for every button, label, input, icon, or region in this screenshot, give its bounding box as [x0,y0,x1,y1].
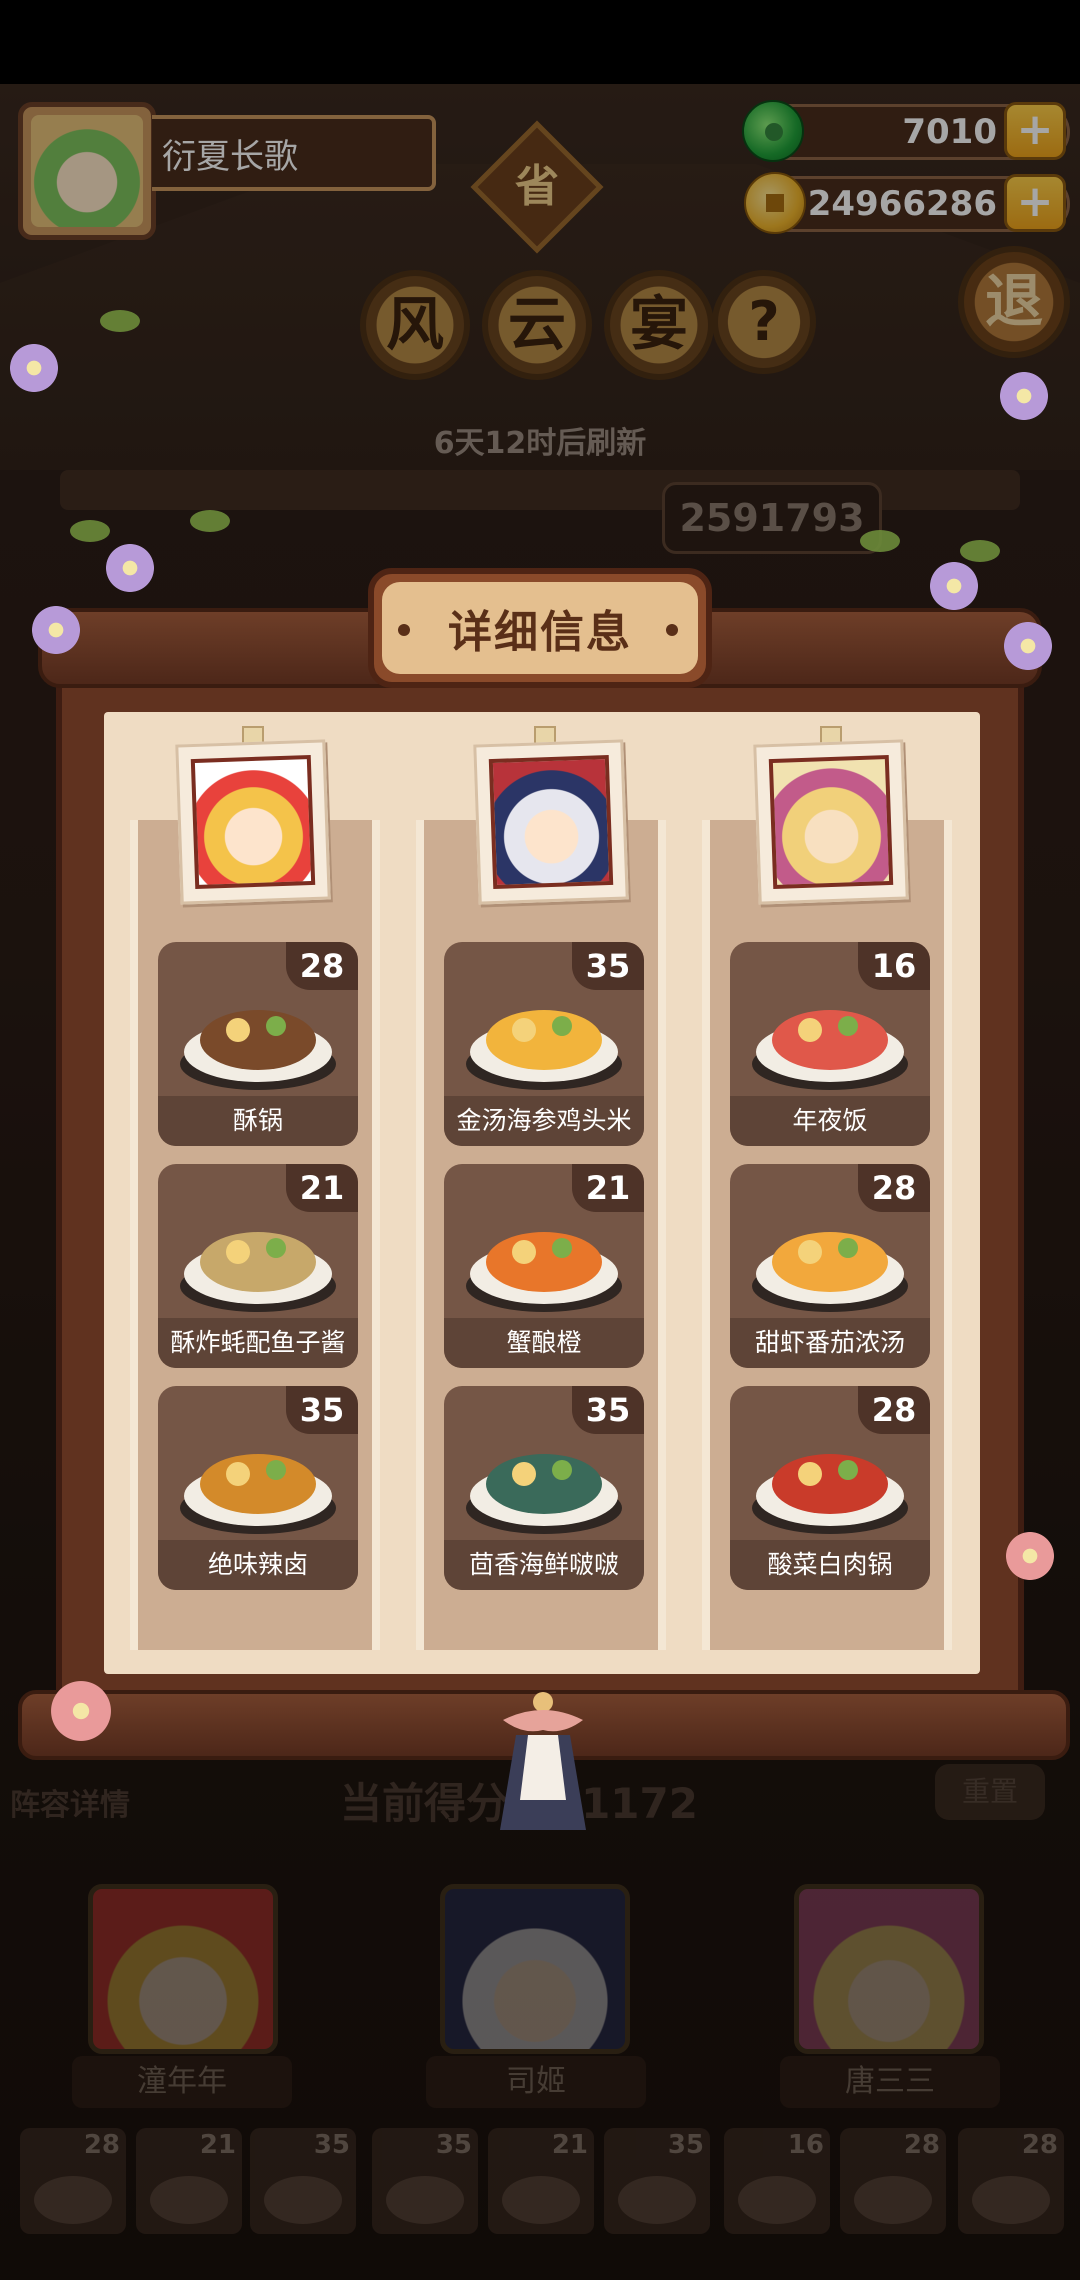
dish-count-badge: 35 [572,942,644,990]
chef-portrait-1 [175,739,331,905]
dish-count-badge: 21 [286,1164,358,1212]
leaf-decoration [860,530,900,552]
chef-portrait-3 [753,739,909,905]
leaf-decoration [190,510,230,532]
flower-decoration [1002,1528,1058,1584]
flower-decoration [28,602,84,658]
dish-card[interactable]: 21 蟹酿橙 [444,1164,644,1368]
dish-name: 绝味辣卤 [158,1540,358,1590]
flower-decoration [46,1676,116,1746]
dish-card[interactable]: 28 甜虾番茄浓汤 [730,1164,930,1368]
title-dot-right [666,624,678,636]
dish-card[interactable]: 35 绝味辣卤 [158,1386,358,1590]
chef-portrait-image [190,754,316,890]
chef-portrait-2 [473,739,629,905]
dish-name: 年夜饭 [730,1096,930,1146]
dish-card[interactable]: 21 酥炸蚝配鱼子酱 [158,1164,358,1368]
flower-decoration [6,340,62,396]
dish-count-badge: 28 [858,1164,930,1212]
flower-decoration [102,540,158,596]
dish-count-badge: 35 [572,1386,644,1434]
dish-name: 蟹酿橙 [444,1318,644,1368]
leaf-decoration [70,520,110,542]
flower-decoration [996,368,1052,424]
dish-card[interactable]: 28 酸菜白肉锅 [730,1386,930,1590]
status-bar [0,0,1080,84]
dish-name: 金汤海参鸡头米 [444,1096,644,1146]
dish-card[interactable]: 28 酥锅 [158,942,358,1146]
dish-count-badge: 28 [286,942,358,990]
chef-portrait-image [768,754,894,890]
flower-decoration [1000,618,1056,674]
dish-count-badge: 16 [858,942,930,990]
panel-title-inner: 详细信息 [382,582,698,674]
panel-title: 详细信息 [448,607,632,658]
dish-count-badge: 21 [572,1164,644,1212]
scroll-tassel-icon [500,1692,586,1830]
dish-name: 茴香海鲜啵啵 [444,1540,644,1590]
dish-name: 酥锅 [158,1096,358,1146]
chef-portrait-image [488,754,614,890]
flower-decoration [926,558,982,614]
leaf-decoration [100,310,140,332]
dish-name: 酸菜白肉锅 [730,1540,930,1590]
leaf-decoration [960,540,1000,562]
dish-count-badge: 28 [858,1386,930,1434]
dish-card[interactable]: 16 年夜饭 [730,942,930,1146]
dish-card[interactable]: 35 茴香海鲜啵啵 [444,1386,644,1590]
dish-name: 甜虾番茄浓汤 [730,1318,930,1368]
dish-name: 酥炸蚝配鱼子酱 [158,1318,358,1368]
dish-count-badge: 35 [286,1386,358,1434]
dish-card[interactable]: 35 金汤海参鸡头米 [444,942,644,1146]
title-dot-left [398,624,410,636]
